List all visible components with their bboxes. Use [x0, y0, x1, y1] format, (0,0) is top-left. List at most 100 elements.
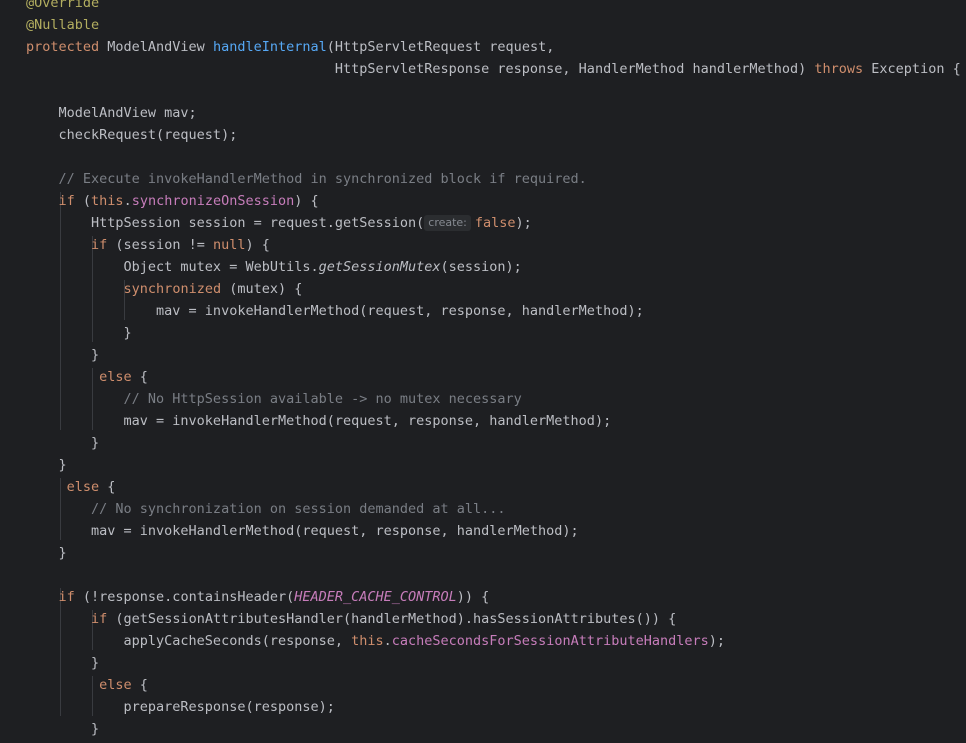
code-line[interactable]: else {	[26, 674, 148, 696]
code-token: mav = invokeHandlerMethod(request, respo…	[26, 413, 612, 429]
code-token: synchronized	[123, 281, 230, 297]
code-token: );	[708, 633, 726, 649]
code-line[interactable]: }	[26, 718, 99, 740]
code-line[interactable]: }	[26, 454, 67, 476]
code-token: (	[82, 193, 92, 209]
code-token: null	[212, 237, 246, 253]
code-line[interactable]: ModelAndView mav;	[26, 102, 197, 124]
code-token: false	[474, 215, 516, 231]
code-line[interactable]: else {	[26, 476, 116, 498]
code-line[interactable]: HttpServletResponse response, HandlerMet…	[26, 58, 961, 80]
code-line[interactable]: if (getSessionAttributesHandler(handlerM…	[26, 608, 676, 630]
code-line[interactable]: }	[26, 344, 99, 366]
code-token: cacheSecondsForSessionAttributeHandlers	[391, 633, 709, 649]
code-line[interactable]: else {	[26, 366, 148, 388]
code-line[interactable]: Object mutex = WebUtils.getSessionMutex(…	[26, 256, 522, 278]
code-token: ) {	[294, 193, 319, 209]
code-token: // No HttpSession available -> no mutex …	[26, 391, 522, 407]
code-line[interactable]: HttpSession session = request.getSession…	[26, 212, 532, 234]
code-token: if	[91, 611, 116, 627]
code-token: getSessionMutex	[318, 259, 441, 275]
code-token: Exception {	[871, 61, 961, 77]
code-token: else	[99, 369, 140, 385]
parameter-hint: create:	[424, 215, 471, 231]
code-token: if	[58, 193, 83, 209]
code-token: else	[99, 677, 140, 693]
code-line[interactable]: }	[26, 542, 67, 564]
code-token: this	[91, 193, 124, 209]
code-line[interactable]: }	[26, 652, 99, 674]
code-token: handleInternal	[212, 39, 327, 55]
code-line[interactable]: }	[26, 432, 99, 454]
code-token: }	[26, 435, 100, 451]
code-token: (session);	[440, 259, 522, 275]
code-line[interactable]: synchronized (mutex) {	[26, 278, 303, 300]
code-token: }	[26, 545, 67, 561]
code-token: // Execute invokeHandlerMethod in synchr…	[26, 171, 587, 187]
code-line[interactable]: applyCacheSeconds(response, this.cacheSe…	[26, 630, 725, 652]
code-token: mav = invokeHandlerMethod(request, respo…	[26, 303, 644, 319]
code-token: if	[58, 589, 83, 605]
code-token: {	[139, 677, 148, 693]
code-token: ) {	[245, 237, 270, 253]
code-token: HEADER_CACHE_CONTROL	[294, 589, 457, 605]
code-token: {	[139, 369, 148, 385]
code-token: }	[26, 721, 100, 737]
code-token: this	[351, 633, 384, 649]
code-token: @Nullable	[26, 17, 100, 33]
code-line[interactable]: checkRequest(request);	[26, 124, 238, 146]
code-line[interactable]: @Override	[26, 0, 99, 14]
code-token: else	[66, 479, 108, 495]
code-token: (mutex) {	[229, 281, 303, 297]
code-token: (session !=	[115, 237, 213, 253]
code-token: @Override	[26, 0, 100, 11]
code-token: if	[91, 237, 116, 253]
code-token: );	[515, 215, 532, 231]
code-line[interactable]: // No synchronization on session demande…	[26, 498, 506, 520]
code-token: }	[26, 347, 100, 363]
code-token: mav = invokeHandlerMethod(request, respo…	[26, 523, 579, 539]
code-token: throws	[814, 61, 872, 77]
code-token: )) {	[456, 589, 490, 605]
code-editor[interactable]: @Override @Nullable protected ModelAndView…	[0, 0, 966, 743]
code-token: prepareResponse(response);	[26, 699, 335, 715]
code-line[interactable]: prepareResponse(response);	[26, 696, 335, 718]
code-line[interactable]: if (session != null) {	[26, 234, 270, 256]
code-line[interactable]: protected ModelAndView handleInternal(Ht…	[26, 36, 554, 58]
code-line[interactable]: mav = invokeHandlerMethod(request, respo…	[26, 520, 579, 542]
code-line[interactable]: mav = invokeHandlerMethod(request, respo…	[26, 410, 612, 432]
code-token: {	[107, 479, 116, 495]
code-token: (HttpServletRequest request,	[326, 39, 555, 55]
code-token: Object mutex = WebUtils.	[26, 259, 319, 275]
code-token: (getSessionAttributesHandler(handlerMeth…	[115, 611, 677, 627]
code-token: .	[123, 193, 132, 209]
code-token: // No synchronization on session demande…	[26, 501, 506, 517]
code-token: (!response.containsHeader(	[82, 589, 295, 605]
code-line[interactable]: // No HttpSession available -> no mutex …	[26, 388, 522, 410]
code-line[interactable]: if (!response.containsHeader(HEADER_CACH…	[26, 586, 490, 608]
code-token: ModelAndView mav;	[26, 105, 197, 121]
code-line[interactable]: // Execute invokeHandlerMethod in synchr…	[26, 168, 587, 190]
code-token: protected	[26, 39, 108, 55]
code-token: HttpServletResponse response, HandlerMet…	[26, 61, 815, 77]
code-token: synchronizeOnSession	[131, 193, 295, 209]
code-line[interactable]: if (this.synchronizeOnSession) {	[26, 190, 319, 212]
code-token: ModelAndView	[107, 39, 213, 55]
code-line[interactable]: }	[26, 322, 132, 344]
code-token: }	[26, 325, 132, 341]
code-line[interactable]: mav = invokeHandlerMethod(request, respo…	[26, 300, 644, 322]
code-token: HttpSession session = request.getSession…	[26, 215, 425, 231]
code-token: .	[383, 633, 392, 649]
code-token: }	[26, 457, 67, 473]
code-line[interactable]: @Nullable	[26, 14, 99, 36]
code-token: checkRequest(request);	[26, 127, 238, 143]
code-token: }	[26, 655, 100, 671]
